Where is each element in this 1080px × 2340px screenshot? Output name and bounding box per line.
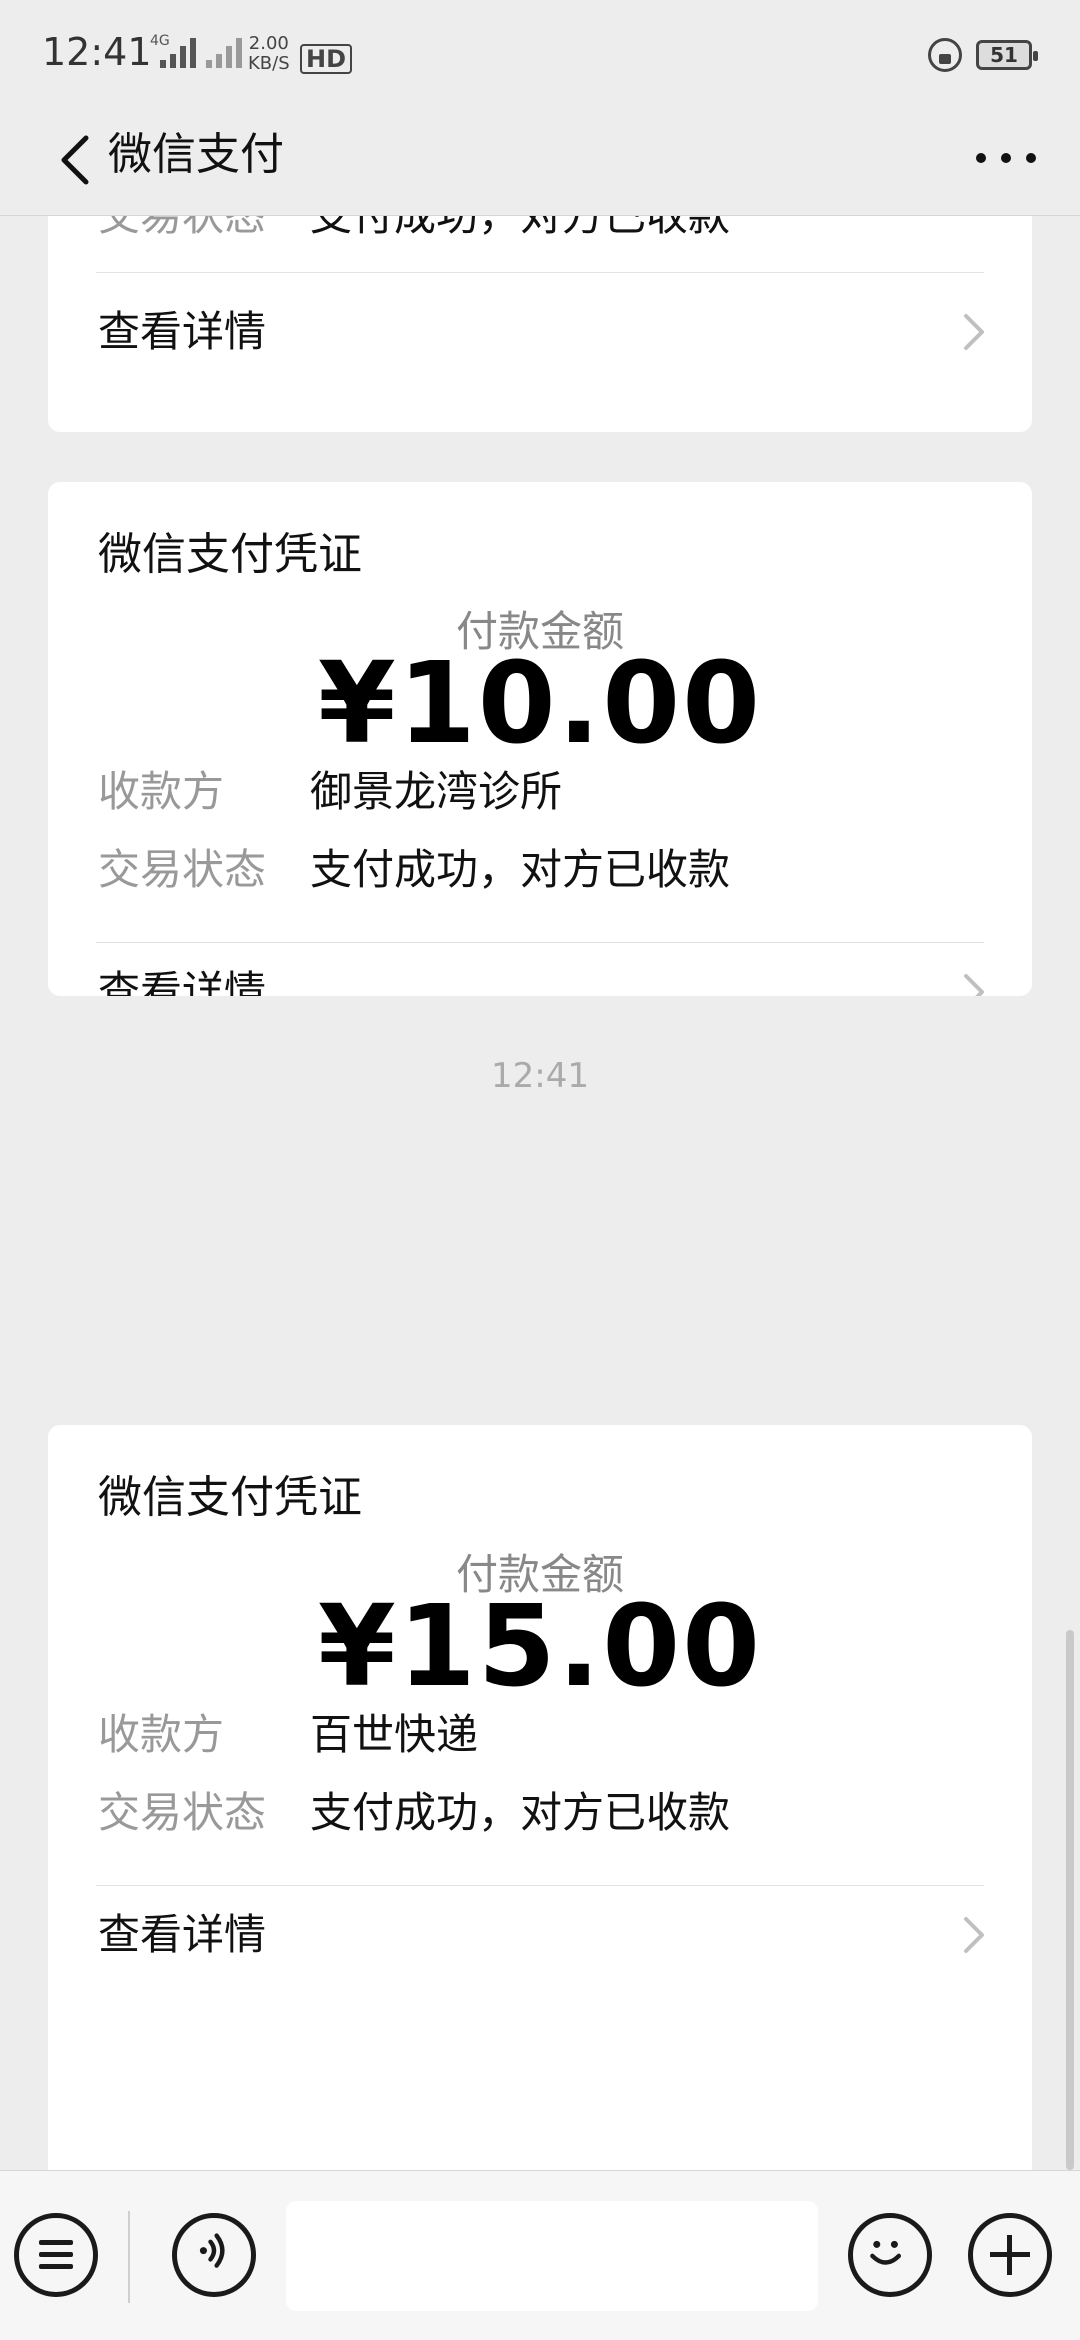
hd-badge: HD (300, 44, 353, 74)
divider (96, 1885, 984, 1886)
signal-icon (160, 34, 196, 68)
view-details-link[interactable]: 查看详情 (98, 962, 266, 996)
divider (96, 942, 984, 943)
battery-icon: 51 (976, 40, 1038, 70)
voice-icon[interactable] (172, 2213, 256, 2297)
receipt-card[interactable]: 微信支付凭证 付款金额 ¥10.00 收款方 御景龙湾诊所 交易状态 支付成功，对方… (48, 482, 1032, 996)
message-input[interactable] (286, 2201, 818, 2311)
network-speed: 2.00 KB/S (248, 34, 290, 74)
payee-row: 收款方 百世快递 (98, 1705, 478, 1765)
emoji-icon[interactable] (848, 2213, 932, 2297)
chevron-right-icon (964, 974, 984, 996)
more-dots-icon[interactable] (976, 138, 1036, 178)
divider (96, 272, 984, 273)
amount-value: ¥15.00 (317, 1582, 763, 1712)
message-timestamp: 12:41 (491, 1056, 589, 1096)
status-label: 交易状态 (98, 1788, 267, 1837)
status-label: 交易状态 (98, 845, 267, 894)
payee-label: 收款方 (98, 767, 225, 816)
amount-value: ¥10.00 (317, 639, 763, 769)
chat-content[interactable]: 交易状态支付成功，对方已收款 查看详情 微信支付凭证 付款金额 ¥10.00 收… (0, 216, 1080, 2170)
view-details-link[interactable]: 查看详情 (98, 302, 266, 362)
network-speed-value: 2.00 (248, 33, 289, 54)
status-row: 交易状态支付成功，对方已收款 (98, 840, 730, 900)
receipt-card[interactable]: 微信支付凭证 付款金额 ¥15.00 收款方 百世快递 交易状态 支付成功，对方已收款 查看详… (48, 1425, 1032, 2170)
chevron-right-icon (964, 1917, 984, 1953)
payee-label: 收款方 (98, 1710, 225, 1759)
status-value: 支付成功，对方已收款 (310, 1788, 731, 1837)
chevron-left-icon[interactable] (50, 130, 110, 190)
rotation-lock-icon (928, 38, 962, 72)
payee-value: 御景龙湾诊所 (310, 767, 563, 816)
network-speed-unit: KB/S (248, 53, 290, 74)
status-row: 交易状态支付成功，对方已收款 (98, 216, 730, 246)
scrollbar-thumb[interactable] (1066, 1630, 1074, 2170)
page-title: 微信支付 (108, 129, 284, 180)
divider (128, 2211, 130, 2303)
status-time: 12:41 (42, 30, 152, 74)
payee-value: 百世快递 (310, 1710, 479, 1759)
receipt-card-partial[interactable]: 交易状态支付成功，对方已收款 查看详情 (48, 216, 1032, 432)
chevron-right-icon (964, 314, 984, 350)
payee-row: 收款方 御景龙湾诊所 (98, 762, 562, 822)
receipt-title: 微信支付凭证 (98, 529, 362, 580)
menu-lines-icon[interactable] (14, 2213, 98, 2297)
status-label: 交易状态 (98, 216, 310, 246)
input-bar (0, 2170, 1080, 2340)
view-details-link[interactable]: 查看详情 (98, 1905, 266, 1965)
status-value: 支付成功，对方已收款 (310, 845, 731, 894)
status-value: 支付成功，对方已收款 (310, 216, 730, 240)
signal-icon-secondary (206, 34, 242, 68)
nav-bar: 微信支付 (0, 110, 1080, 216)
status-row: 交易状态支付成功，对方已收款 (98, 1783, 730, 1843)
status-bar: 12:41 4G 2.00 KB/S HD 51 (0, 0, 1080, 110)
plus-icon[interactable] (968, 2213, 1052, 2297)
receipt-title: 微信支付凭证 (98, 1472, 362, 1523)
